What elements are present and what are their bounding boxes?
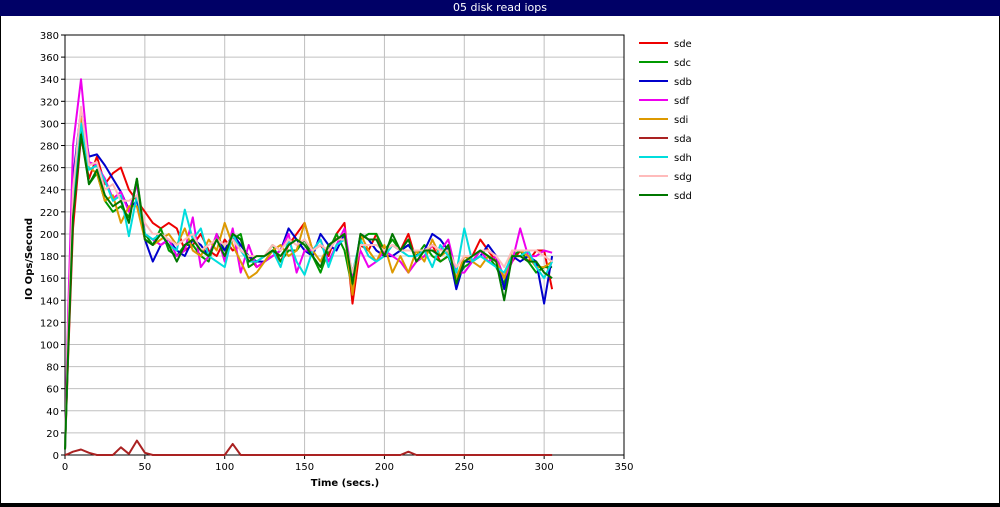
series-line-sda: [64, 439, 553, 456]
x-tick-label: 150: [295, 462, 314, 473]
legend-label-sdb: sdb: [674, 77, 692, 88]
y-tick-label: 60: [46, 385, 59, 396]
window-title: 05 disk read iops: [0, 0, 1000, 16]
y-tick-label: 260: [40, 164, 59, 175]
line-chart: 0 20 40 60 80 100 120 140 160 180 200 220 240 260 280 3…: [24, 31, 692, 489]
y-tick-label: 360: [40, 53, 59, 64]
y-tick-label: 80: [46, 363, 59, 374]
plot-border: [64, 34, 625, 456]
series-line-sdd: [64, 133, 553, 450]
y-tick-label: 240: [40, 186, 59, 197]
x-tick-label: 50: [138, 462, 151, 473]
y-tick-label: 180: [40, 252, 59, 263]
legend-label-sdg: sdg: [674, 172, 692, 183]
legend-label-sda: sda: [674, 134, 692, 145]
window-frame: 05 disk read iops 0 20 40 60 80 100 120 140 160 1…: [0, 0, 1000, 504]
x-tick-label: 350: [614, 462, 633, 473]
y-tick-label: 380: [40, 31, 59, 42]
y-tick-label: 20: [46, 429, 59, 440]
grid-lines: [64, 34, 625, 456]
y-tick-label: 140: [40, 296, 59, 307]
legend-label-sdh: sdh: [674, 153, 692, 164]
x-tick-label: 100: [215, 462, 234, 473]
legend-label-sdc: sdc: [674, 58, 691, 69]
series-line-sdb: [64, 109, 554, 450]
y-tick-label: 0: [53, 451, 59, 462]
series-line-sdh: [64, 122, 554, 450]
legend-label-sdi: sdi: [674, 115, 688, 126]
legend: sde sdc sdb sdf sdi sda sdh sdg sdd: [639, 39, 692, 202]
y-tick-label: 120: [40, 318, 59, 329]
y-tick-label: 100: [40, 340, 59, 351]
y-tick-label: 40: [46, 407, 59, 418]
y-tick-label: 300: [40, 119, 59, 130]
y-axis-label: IO Ops/Second: [24, 218, 35, 300]
y-tick-label: 340: [40, 75, 59, 86]
series-lines: [64, 78, 554, 456]
plot-frame: [64, 34, 625, 456]
x-axis-label: Time (secs.): [311, 478, 380, 489]
y-tick-label: 320: [40, 97, 59, 108]
chart-panel: 0 20 40 60 80 100 120 140 160 180 200 220 240 260 280 3…: [1, 16, 999, 503]
series-line-sdc: [64, 127, 553, 450]
legend-label-sde: sde: [674, 39, 692, 50]
y-tick-label: 160: [40, 274, 59, 285]
y-tick-label: 280: [40, 142, 59, 153]
x-tick-label: 300: [535, 462, 554, 473]
x-tick-label: 0: [62, 462, 68, 473]
y-tick-label: 220: [40, 208, 59, 219]
x-tick-label: 250: [455, 462, 474, 473]
legend-label-sdf: sdf: [674, 96, 690, 107]
legend-label-sdd: sdd: [674, 191, 692, 202]
x-tick-label: 200: [375, 462, 394, 473]
y-tick-label: 200: [40, 230, 59, 241]
